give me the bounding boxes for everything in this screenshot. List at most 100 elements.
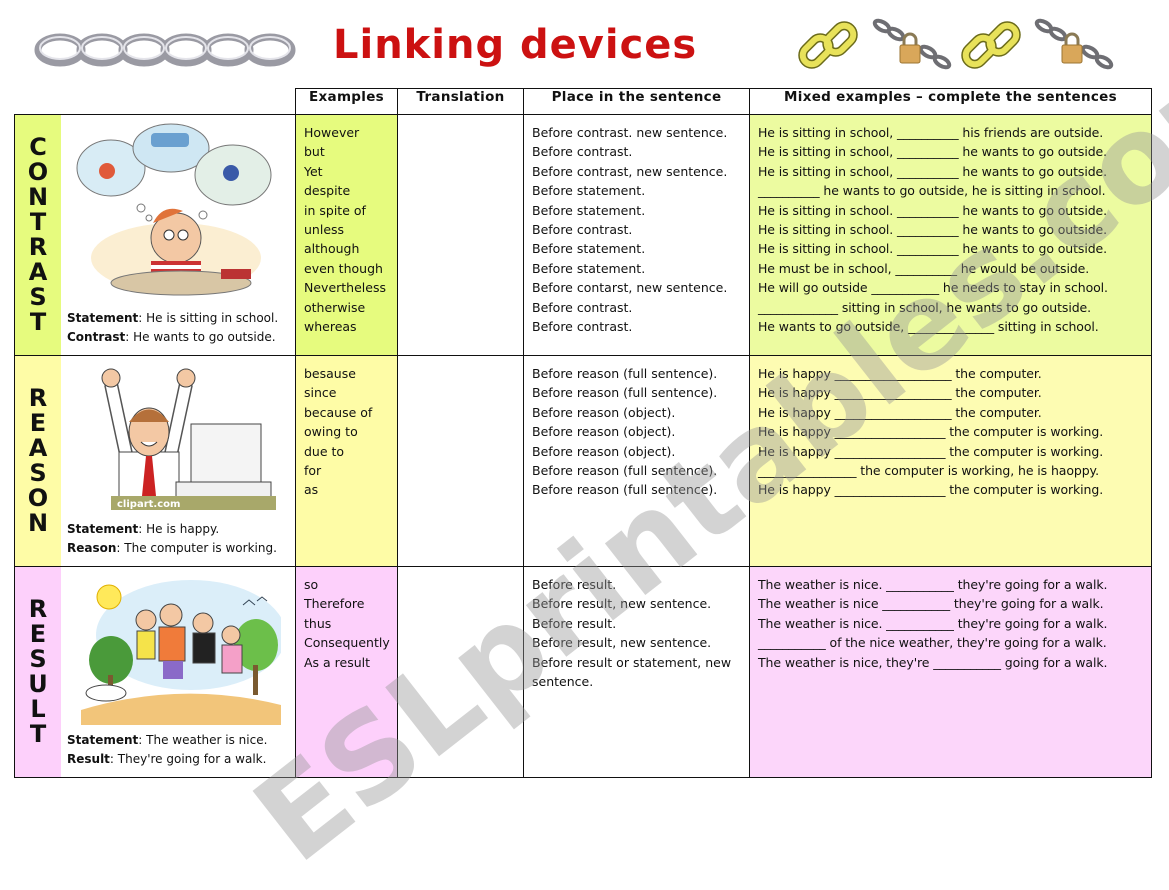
reason-mixed-cell: He is happy ___________________ the comp…	[749, 355, 1152, 567]
gap-fill-sentence: _____________ sitting in school, he want…	[758, 299, 1092, 315]
vertical-label-letter: L	[30, 695, 46, 723]
page-title: Linking devices	[333, 22, 698, 68]
chain-links-icon	[34, 33, 296, 67]
vertical-label-letter: N	[27, 509, 49, 537]
place-text: Before contrast. new sentence.	[532, 125, 728, 140]
place-text: Before statement.	[532, 183, 646, 199]
caption-statement-key: Statement	[67, 733, 139, 747]
vertical-label-letter: O	[27, 484, 49, 512]
reason-illustration-panel: clipart.com Statement: He is happy. Reas…	[61, 356, 295, 566]
place-text: Before reason (full sentence).	[532, 366, 718, 381]
column-header-place: Place in the sentence	[523, 88, 750, 115]
place-text: Before result.	[532, 615, 617, 631]
result-vertical-label: RESULT	[15, 567, 61, 777]
gap-fill-sentence: ___________ of the nice weather, they're…	[758, 635, 1107, 651]
place-text: Before statement.	[532, 260, 646, 276]
example-word: unless	[304, 222, 345, 238]
place-text: Before result.	[532, 577, 617, 592]
reason-place-cell: Before reason (full sentence). Before rea…	[523, 355, 750, 567]
vertical-label-letter: A	[28, 258, 48, 286]
place-text: Before contarst, new sentence.	[532, 280, 728, 296]
example-word: otherwise	[304, 299, 366, 315]
example-word: so	[304, 577, 319, 592]
gap-fill-sentence: ________________ the computer is working…	[758, 463, 1099, 479]
caption-reason-key: Reason	[67, 541, 117, 555]
example-word: even though	[304, 260, 383, 276]
example-word: Consequently	[304, 635, 390, 651]
reason-examples-cell: besause since because of owing to due to for a…	[295, 355, 398, 567]
vertical-label-letter: C	[29, 133, 47, 161]
example-word: However	[304, 125, 360, 140]
gold-chain-link-icon	[798, 21, 858, 69]
vertical-label-letter: S	[29, 283, 47, 311]
example-word: besause	[304, 366, 356, 381]
gold-chain-link-icon	[961, 21, 1021, 69]
column-header-translation: Translation	[397, 88, 524, 115]
vertical-label-letter: R	[28, 384, 48, 412]
place-text: Before reason (full sentence).	[532, 385, 718, 401]
gap-fill-sentence: He will go outside ___________ he needs …	[758, 280, 1108, 296]
place-text: Before reason (object).	[532, 404, 676, 420]
reason-translation-cell[interactable]	[397, 355, 524, 567]
result-illustration-panel: Statement: The weather is nice. Result: …	[61, 567, 295, 777]
gap-fill-sentence: He is happy __________________ the compu…	[758, 424, 1104, 440]
place-text: Before reason (full sentence).	[532, 482, 718, 498]
example-word: due to	[304, 443, 345, 459]
vertical-label-letter: S	[29, 645, 47, 673]
result-translation-cell[interactable]	[397, 566, 524, 778]
caption-statement-key: Statement	[67, 311, 139, 325]
gap-fill-sentence: He is sitting in school, __________ he w…	[758, 144, 1107, 160]
gap-fill-sentence: He is happy ___________________ the comp…	[758, 404, 1042, 420]
gap-fill-sentence: The weather is nice. ___________ they're…	[758, 615, 1108, 631]
example-word: owing to	[304, 424, 358, 440]
example-word: Therefore	[304, 596, 365, 612]
example-word: thus	[304, 615, 332, 631]
vertical-label-letter: A	[28, 434, 48, 462]
example-word: although	[304, 241, 360, 257]
vertical-label-letter: R	[28, 595, 48, 623]
result-place-cell: Before result. Before result, new sentenc…	[523, 566, 750, 778]
place-text: Before result, new sentence.	[532, 596, 712, 612]
example-word: As a result	[304, 654, 371, 670]
place-text: Before contrast.	[532, 144, 633, 160]
vertical-label-letter: U	[28, 670, 48, 698]
contrast-translation-cell[interactable]	[397, 114, 524, 356]
gap-fill-sentence: He wants to go outside, ______________ s…	[758, 319, 1099, 335]
place-text: Before result or statement, new	[532, 654, 732, 670]
place-text: Before statement.	[532, 202, 646, 218]
caption-result-key: Result	[67, 752, 110, 766]
vertical-label-letter: T	[29, 308, 47, 336]
place-text: Before contrast.	[532, 222, 633, 238]
gap-fill-sentence: __________ he wants to go outside, he is…	[758, 183, 1106, 199]
vertical-label-letter: O	[27, 158, 49, 186]
vertical-label-letter: E	[29, 409, 47, 437]
gap-fill-sentence: He is sitting in school. __________ he w…	[758, 222, 1107, 238]
table-header-row: Examples Translation Place in the senten…	[15, 88, 1152, 115]
reason-category-cell: REASON clipart.com Statement: He is happ…	[14, 355, 296, 567]
contrast-row: CONTRAST Statement: He is sitting in sch…	[14, 114, 1152, 356]
place-text: Before reason (object).	[532, 424, 676, 440]
caption-statement-key: Statement	[67, 522, 139, 536]
contrast-examples-cell: However but Yet despite in spite of unless alt…	[295, 114, 398, 356]
gap-fill-sentence: He is sitting in school. __________ he w…	[758, 202, 1107, 218]
contrast-category-cell: CONTRAST Statement: He is sitting in sch…	[14, 114, 296, 356]
chain-padlock-icon	[872, 18, 952, 70]
vertical-label-letter: S	[29, 459, 47, 487]
place-text: Before statement.	[532, 241, 646, 257]
example-word: since	[304, 385, 337, 401]
example-word: as	[304, 482, 319, 498]
vertical-label-letter: N	[27, 183, 49, 211]
caption-contrast-value: : He wants to go outside.	[125, 330, 276, 344]
place-text: Before result, new sentence.	[532, 635, 712, 651]
column-header-mixed: Mixed examples – complete the sentences	[749, 88, 1152, 115]
reason-vertical-label: REASON	[15, 356, 61, 566]
place-text: sentence.	[532, 674, 594, 690]
caption-contrast-key: Contrast	[67, 330, 126, 344]
result-caption: Statement: The weather is nice. Result: …	[67, 731, 267, 769]
place-text: Before contrast.	[532, 319, 633, 335]
clipart-credit-text: clipart.com	[117, 499, 180, 510]
result-mixed-cell: The weather is nice. ___________ they're…	[749, 566, 1152, 778]
place-text: Before contrast, new sentence.	[532, 163, 728, 179]
vertical-label-letter: R	[28, 233, 48, 261]
caption-reason-value: : The computer is working.	[116, 541, 277, 555]
